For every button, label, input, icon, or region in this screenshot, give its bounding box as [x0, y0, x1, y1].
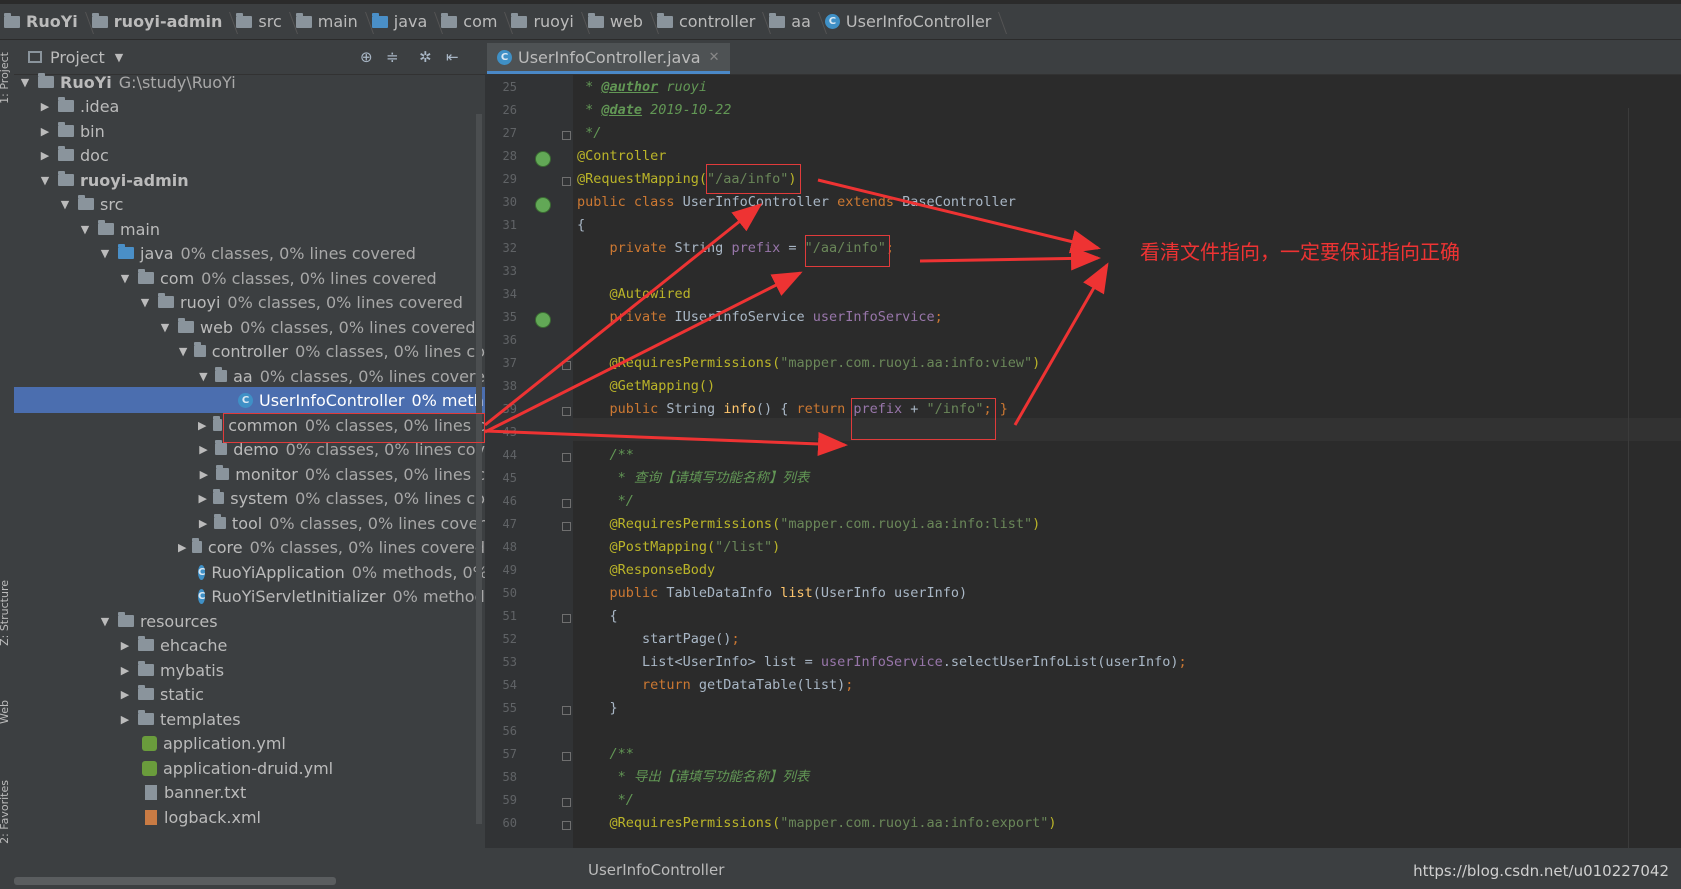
arrow-to-return	[484, 429, 848, 456]
arrow-prefix-to-note	[919, 246, 1101, 271]
arrow-return-to-note	[1013, 262, 1109, 426]
arrow-to-prefix	[484, 271, 803, 434]
annotation-arrows	[484, 178, 1109, 456]
arrow-mapping-to-note	[817, 178, 1101, 254]
